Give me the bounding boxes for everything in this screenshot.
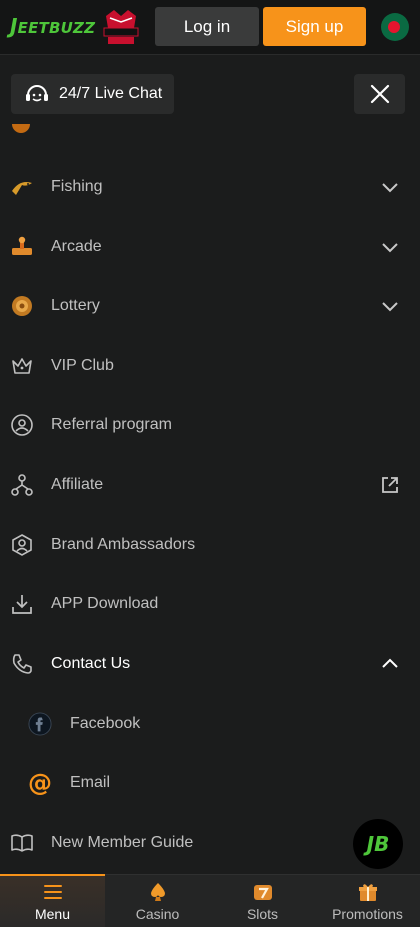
close-menu-button[interactable] <box>354 74 405 114</box>
chevron-down-icon[interactable] <box>380 296 400 316</box>
signup-button[interactable]: Sign up <box>263 7 366 46</box>
menu-item-label: Affiliate <box>51 476 104 493</box>
montreal-tigers-logo <box>103 10 139 44</box>
menu-item-fishing[interactable]: Fishing <box>0 158 420 216</box>
side-menu: Fishing Arcade Lottery VIP Club Referral… <box>0 124 420 874</box>
menu-item-lottery[interactable]: Lottery <box>0 277 420 335</box>
fab-label: JB <box>366 832 390 856</box>
menu-item-label: Email <box>70 774 111 791</box>
live-chat-button[interactable]: 24/7 Live Chat <box>11 74 174 114</box>
referral-icon <box>10 413 34 437</box>
menu-item-facebook[interactable]: Facebook <box>0 695 420 753</box>
arcade-icon <box>10 235 34 259</box>
menu-icon <box>43 884 62 899</box>
casino-icon <box>150 882 165 901</box>
logo-letter: J <box>10 14 18 38</box>
support-headset-icon <box>26 85 48 102</box>
menu-item-app-download[interactable]: APP Download <box>0 575 420 633</box>
menu-item-label: New Member Guide <box>51 834 194 851</box>
nav-slots[interactable]: Slots <box>210 875 315 927</box>
menu-item-label: Brand Ambassadors <box>51 536 196 553</box>
jeetbuzz-logo[interactable]: JEETBUZZ <box>10 14 95 38</box>
bottom-nav: Menu Casino Slots Promotions <box>0 874 420 927</box>
top-header: JEETBUZZ Log in Sign up <box>0 0 420 55</box>
crown-icon <box>10 354 34 378</box>
close-icon <box>370 84 389 104</box>
menu-item-label: Lottery <box>51 297 100 314</box>
menu-item-label: Fishing <box>51 178 103 195</box>
menu-item-arcade[interactable]: Arcade <box>0 218 420 276</box>
jb-floating-button[interactable]: JB <box>353 819 403 869</box>
chevron-down-icon[interactable] <box>380 237 400 257</box>
nav-menu[interactable]: Menu <box>0 874 105 927</box>
menu-item-vip-club[interactable]: VIP Club <box>0 337 420 395</box>
menu-item-label: Arcade <box>51 238 102 255</box>
live-chat-label: 24/7 Live Chat <box>59 85 163 102</box>
menu-item-label: VIP Club <box>51 357 114 374</box>
lottery-icon <box>10 294 34 318</box>
nav-label: Casino <box>135 905 180 922</box>
menu-item-label: APP Download <box>51 595 159 612</box>
menu-item-label: Referral program <box>51 416 172 433</box>
menu-item-label: Contact Us <box>51 655 131 672</box>
nav-label: Slots <box>246 905 279 922</box>
email-at-icon: @ <box>28 769 52 797</box>
book-icon <box>10 831 34 855</box>
logo-text: EETBUZZ <box>17 19 96 37</box>
external-link-icon[interactable] <box>380 475 400 495</box>
menu-item-affiliate[interactable]: Affiliate <box>0 456 420 514</box>
bangladesh-flag-icon[interactable] <box>381 13 409 41</box>
fishing-icon <box>10 175 34 199</box>
menu-item-contact-us[interactable]: Contact Us <box>0 635 420 693</box>
nav-casino[interactable]: Casino <box>105 875 210 927</box>
slots-icon <box>253 884 272 900</box>
affiliate-icon <box>10 473 34 497</box>
nav-promotions[interactable]: Promotions <box>315 875 420 927</box>
download-icon <box>10 592 34 616</box>
ambassador-icon <box>10 533 34 557</box>
menu-item-brand-ambassadors[interactable]: Brand Ambassadors <box>0 516 420 574</box>
casino-category-icon <box>12 124 30 133</box>
menu-item-email[interactable]: @ Email <box>0 754 420 812</box>
chevron-up-icon[interactable] <box>380 654 400 674</box>
gift-icon <box>358 883 377 901</box>
login-button[interactable]: Log in <box>155 7 259 46</box>
menu-item-referral[interactable]: Referral program <box>0 396 420 454</box>
nav-label: Promotions <box>332 905 403 922</box>
phone-icon <box>10 652 34 676</box>
chevron-down-icon[interactable] <box>380 177 400 197</box>
nav-label: Menu <box>34 905 71 922</box>
facebook-icon <box>28 712 52 736</box>
menu-item-label: Facebook <box>70 715 141 732</box>
